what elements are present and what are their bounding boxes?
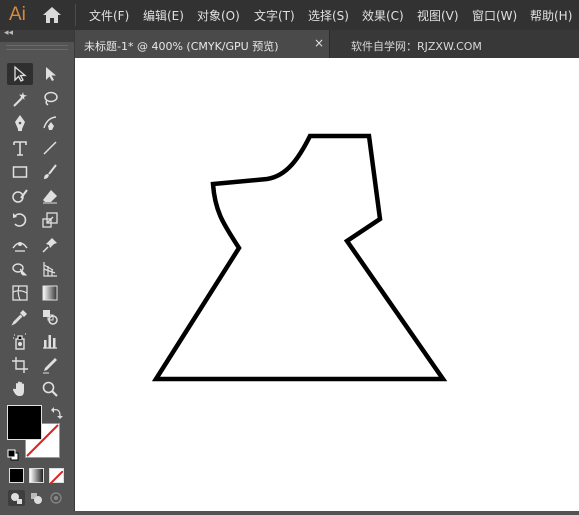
gradient-tool-icon[interactable] [37,282,63,304]
menu-view[interactable]: 视图(V) [417,7,459,24]
hand-tool-icon[interactable] [7,378,33,400]
app-logo: Ai [9,4,26,25]
shape-builder-tool-icon[interactable] [7,258,33,280]
menu-file[interactable]: 文件(F) [89,7,129,24]
collapse-panel-icon[interactable]: ◂◂ [4,28,13,38]
blend-tool-icon[interactable] [37,306,63,328]
symbol-sprayer-tool-icon[interactable] [7,330,33,352]
artboard-tool-icon[interactable] [7,354,33,376]
eraser-tool-icon[interactable] [37,185,63,207]
pen-tool-icon[interactable] [7,112,33,134]
panel-grip[interactable] [6,45,68,50]
menu-help[interactable]: 帮助(H) [530,7,572,24]
zoom-tool-icon[interactable] [37,378,63,400]
curvature-tool-icon[interactable] [37,112,63,134]
color-mode-button[interactable] [9,468,24,483]
menu-window[interactable]: 窗口(W) [472,7,517,24]
default-fill-stroke-icon[interactable] [7,446,19,461]
gradient-mode-button[interactable] [29,468,44,483]
type-tool-icon[interactable] [7,137,33,159]
scale-tool-icon[interactable] [37,209,63,231]
lasso-tool-icon[interactable] [37,88,63,110]
direct-selection-tool-icon[interactable] [37,63,63,85]
menu-edit[interactable]: 编辑(E) [143,7,184,24]
close-icon[interactable]: × [314,36,324,50]
rectangle-tool-icon[interactable] [7,161,33,183]
home-icon[interactable] [40,5,64,25]
menu-bar: Ai 文件(F) 编辑(E) 对象(O) 文字(T) 选择(S) 效果(C) 视… [0,0,579,30]
puppet-warp-tool-icon[interactable] [37,234,63,256]
fill-swatch[interactable] [7,405,42,440]
selection-tool-icon[interactable] [7,63,33,85]
draw-inside-button[interactable] [48,490,65,506]
artboard-canvas[interactable] [75,58,579,511]
perspective-grid-tool-icon[interactable] [37,258,63,280]
rotate-tool-icon[interactable] [7,209,33,231]
menu-type[interactable]: 文字(T) [254,7,295,24]
eyedropper-tool-icon[interactable] [7,306,33,328]
menu-effect[interactable]: 效果(C) [362,7,404,24]
mesh-tool-icon[interactable] [7,282,33,304]
magic-wand-tool-icon[interactable] [7,88,33,110]
shaper-tool-icon[interactable] [7,185,33,207]
panel-header: ◂◂ [0,28,74,42]
menu-select[interactable]: 选择(S) [308,7,349,24]
site-watermark-tab: 软件自学网：RJZXW.COM [351,40,482,53]
artwork-shape[interactable] [75,58,579,511]
menu-object[interactable]: 对象(O) [197,7,240,24]
document-tab-bar: 未标题-1* @ 400% (CMYK/GPU 预览) × 软件自学网：RJZX… [75,30,579,58]
closed-path[interactable] [151,133,448,382]
line-segment-tool-icon[interactable] [37,137,63,159]
document-tab[interactable]: 未标题-1* @ 400% (CMYK/GPU 预览) × [75,30,330,58]
draw-normal-button[interactable] [8,490,25,506]
draw-behind-button[interactable] [28,490,45,506]
none-mode-button[interactable] [49,468,64,485]
paintbrush-tool-icon[interactable] [37,161,63,183]
column-graph-tool-icon[interactable] [37,330,63,352]
document-tab-title: 未标题-1* @ 400% (CMYK/GPU 预览) [84,40,279,53]
swap-fill-stroke-icon[interactable] [50,405,64,419]
width-tool-icon[interactable] [7,234,33,256]
slice-tool-icon[interactable] [37,354,63,376]
menu-separator [75,4,76,26]
